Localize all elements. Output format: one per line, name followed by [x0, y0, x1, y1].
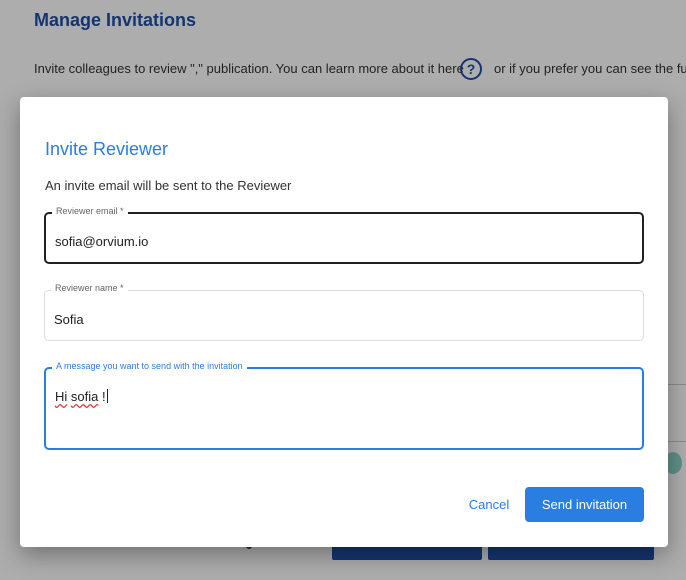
message-word-1: Hi — [55, 389, 68, 404]
send-invitation-button[interactable]: Send invitation — [525, 487, 644, 522]
invitation-message-label: A message you want to send with the invi… — [52, 361, 247, 371]
reviewer-email-value[interactable]: sofia@orvium.io — [55, 234, 148, 249]
invite-reviewer-dialog: Invite Reviewer An invite email will be … — [20, 97, 668, 547]
cancel-button[interactable]: Cancel — [456, 487, 522, 522]
invitation-message-value[interactable]: Hi sofia ! — [55, 389, 108, 404]
dialog-title: Invite Reviewer — [45, 139, 169, 159]
text-caret — [106, 389, 108, 403]
invitation-message-field[interactable]: A message you want to send with the invi… — [44, 361, 644, 450]
dialog-subtitle: An invite email will be sent to the Revi… — [45, 178, 292, 193]
reviewer-name-field[interactable]: Reviewer name * Sofia — [44, 283, 644, 341]
message-word-2: sofia — [70, 389, 99, 404]
message-word-3: ! — [102, 389, 106, 404]
reviewer-email-label: Reviewer email * — [52, 206, 128, 216]
reviewer-name-value[interactable]: Sofia — [54, 312, 84, 327]
reviewer-name-label: Reviewer name * — [51, 283, 128, 293]
reviewer-email-field[interactable]: Reviewer email * sofia@orvium.io — [44, 206, 644, 264]
